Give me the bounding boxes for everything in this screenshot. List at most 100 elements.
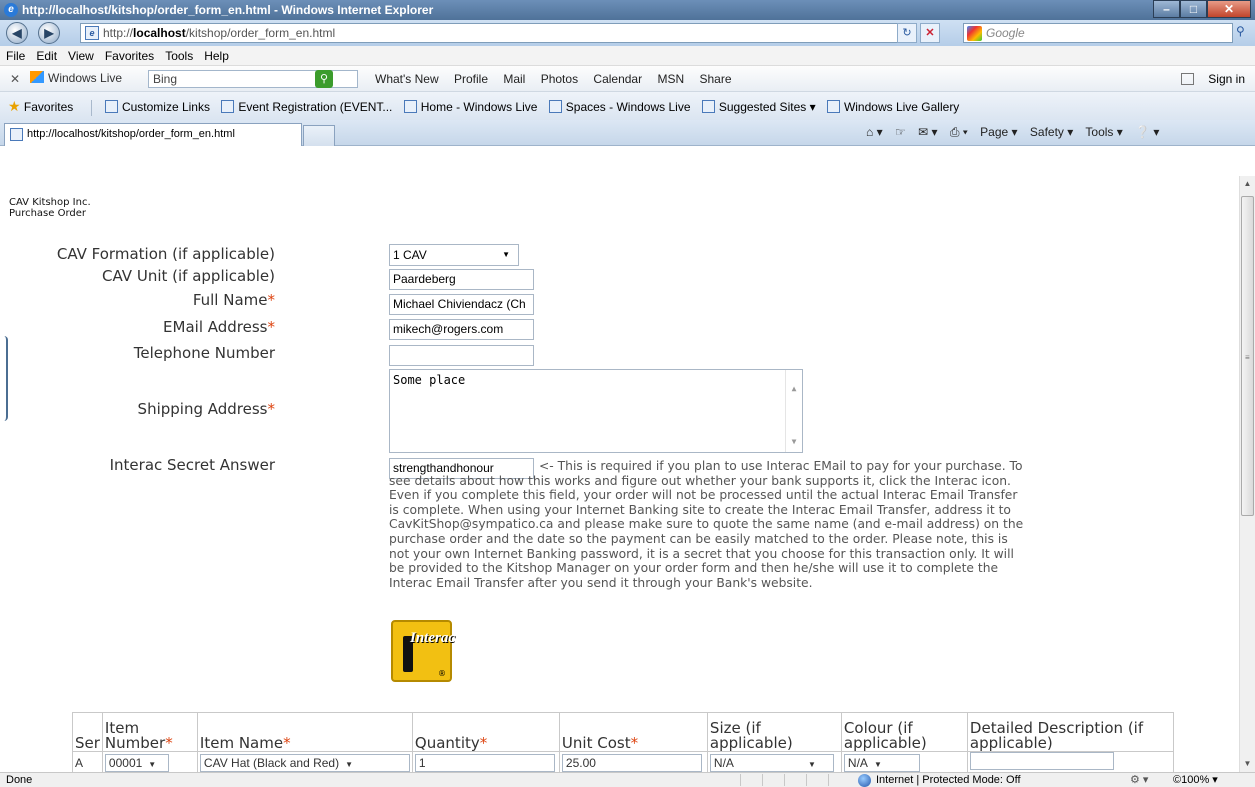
scroll-up-icon[interactable]: ▲: [1240, 176, 1255, 192]
shipping-address-value: Some place: [393, 373, 466, 387]
fav-page-icon: [548, 100, 562, 113]
fav-link-customize[interactable]: Customize Links: [122, 100, 210, 114]
close-button[interactable]: ✕: [1207, 0, 1251, 18]
windows-live-label: Windows Live: [48, 71, 123, 85]
feeds-icon[interactable]: ☞: [895, 125, 906, 139]
minimize-button[interactable]: –: [1153, 0, 1180, 18]
colour-select[interactable]: N/A ▼: [843, 753, 920, 772]
telephone-label-text: Telephone Number: [133, 344, 275, 362]
cell-description: [966, 751, 1174, 772]
page-menu[interactable]: Page ▾: [980, 125, 1017, 139]
email-field[interactable]: mikech@rogers.com: [389, 319, 534, 340]
company-header: CAV Kitshop Inc. Purchase Order: [9, 197, 91, 219]
live-link-msn[interactable]: MSN: [657, 72, 684, 86]
toolbar-close-icon[interactable]: ✕: [10, 72, 20, 86]
item-number-value: 00001: [108, 755, 143, 770]
fav-link-suggested-sites[interactable]: Suggested Sites ▾: [719, 100, 816, 114]
item-name-select[interactable]: CAV Hat (Black and Red) ▼: [199, 753, 410, 772]
scroll-down-icon[interactable]: ▼: [1240, 756, 1255, 772]
security-zone[interactable]: Internet | Protected Mode: Off: [858, 773, 1021, 787]
table-row: A 00001 ▼ CAV Hat (Black and Red) ▼ 1 25.0…: [72, 751, 1174, 772]
address-tools: ↻ ✕: [897, 23, 940, 43]
refresh-icon[interactable]: ↻: [897, 23, 917, 43]
textarea-scrollbar[interactable]: ▲ ▼: [785, 370, 802, 452]
live-links: What's New Profile Mail Photos Calendar …: [375, 72, 744, 86]
header-unit-cost-text: Unit Cost: [561, 734, 631, 752]
url-prefix: http://: [103, 26, 134, 40]
maximize-button[interactable]: □: [1180, 0, 1207, 18]
home-icon[interactable]: ⌂ ▾: [866, 125, 883, 139]
colour-value: N/A: [847, 755, 868, 770]
header-item-number-text: Item Number: [104, 719, 166, 752]
document-title: Purchase Order: [9, 208, 87, 219]
fav-link-event-registration[interactable]: Event Registration (EVENT...: [238, 100, 392, 114]
windows-live-brand[interactable]: Windows Live: [30, 71, 122, 85]
fav-page-icon: [826, 100, 840, 113]
fav-link-live-gallery[interactable]: Windows Live Gallery: [844, 100, 959, 114]
menu-help[interactable]: Help: [204, 49, 229, 63]
cell-size: N/A ▼: [706, 751, 842, 772]
telephone-field[interactable]: [389, 345, 534, 366]
order-items-table: Ser Item Number* Item Name* Quantity* Un…: [72, 712, 1174, 772]
side-panel-handle[interactable]: [0, 336, 8, 421]
required-marker: *: [267, 400, 276, 418]
forward-button[interactable]: ▶: [38, 22, 60, 44]
item-number-select[interactable]: 00001 ▼: [104, 753, 169, 772]
header-ser-text: Ser: [75, 734, 100, 752]
favorites-bar: ★ Favorites Customize Links Event Regist…: [0, 92, 1255, 120]
tab-page-icon: [10, 128, 23, 141]
shipping-address-textarea[interactable]: Some place ▲ ▼: [389, 369, 803, 453]
menu-file[interactable]: File: [6, 49, 25, 63]
live-link-whats-new[interactable]: What's New: [375, 72, 439, 86]
safety-menu[interactable]: Safety ▾: [1030, 125, 1073, 139]
tools-menu[interactable]: Tools ▾: [1085, 125, 1122, 139]
security-zone-text: Internet | Protected Mode: Off: [876, 774, 1021, 786]
quantity-field[interactable]: 1: [414, 753, 555, 772]
menu-favorites[interactable]: Favorites: [105, 49, 154, 63]
search-input[interactable]: Google: [963, 23, 1233, 43]
live-link-mail[interactable]: Mail: [503, 72, 525, 86]
address-input[interactable]: e http://localhost/kitshop/order_form_en…: [80, 23, 910, 43]
back-button[interactable]: ◀: [6, 22, 28, 44]
interac-icon[interactable]: Interac ®: [391, 620, 455, 682]
required-marker: *: [267, 291, 276, 309]
print-icon[interactable]: ⎙ ▾: [950, 125, 968, 139]
menu-view[interactable]: View: [68, 49, 94, 63]
size-select[interactable]: N/A ▼: [709, 753, 834, 772]
header-quantity-text: Quantity: [414, 734, 480, 752]
new-tab-button[interactable]: [303, 125, 335, 146]
title-bar: e http://localhost/kitshop/order_form_en…: [0, 0, 1255, 20]
live-link-calendar[interactable]: Calendar: [593, 72, 642, 86]
checkbox-icon: [1181, 73, 1195, 85]
menu-edit[interactable]: Edit: [36, 49, 57, 63]
fav-link-home-live[interactable]: Home - Windows Live: [421, 100, 538, 114]
live-link-photos[interactable]: Photos: [541, 72, 578, 86]
fav-link-spaces-live[interactable]: Spaces - Windows Live: [566, 100, 691, 114]
menu-bar: File Edit View Favorites Tools Help: [0, 46, 1255, 66]
zoom-control[interactable]: ©100% ▾: [1173, 773, 1218, 787]
cell-colour: N/A ▼: [840, 751, 968, 772]
scroll-thumb[interactable]: ≡: [1241, 196, 1254, 516]
favorites-button[interactable]: Favorites: [24, 100, 73, 114]
tab-order-form[interactable]: http://localhost/kitshop/order_form_en.h…: [4, 123, 302, 146]
menu-tools[interactable]: Tools: [165, 49, 193, 63]
bing-search-button[interactable]: ⚲: [315, 70, 333, 88]
unit-cost-field[interactable]: 25.00: [561, 753, 702, 772]
search-icon[interactable]: ⚲: [1236, 24, 1245, 38]
vertical-scrollbar[interactable]: ▲ ≡ ▼: [1239, 176, 1255, 772]
protected-mode-icon[interactable]: ⚙ ▾: [1130, 773, 1148, 787]
stop-icon[interactable]: ✕: [920, 23, 940, 43]
formation-value: 1 CAV: [393, 248, 427, 262]
unit-field[interactable]: Paardeberg: [389, 269, 534, 290]
description-field[interactable]: [969, 752, 1114, 770]
formation-select[interactable]: 1 CAV ▼: [389, 244, 519, 266]
sign-in-link[interactable]: Sign in: [1181, 72, 1245, 86]
header-item-name-text: Item Name: [199, 734, 284, 752]
live-link-share[interactable]: Share: [699, 72, 731, 86]
window-title: http://localhost/kitshop/order_form_en.h…: [22, 3, 434, 17]
full-name-field[interactable]: Michael Chiviendacz (Ch: [389, 294, 534, 315]
live-link-profile[interactable]: Profile: [454, 72, 488, 86]
address-row: ◀ ▶ e http://localhost/kitshop/order_for…: [0, 20, 1255, 46]
read-mail-icon[interactable]: ✉ ▾: [918, 125, 937, 139]
help-icon[interactable]: ❔ ▾: [1135, 125, 1159, 139]
